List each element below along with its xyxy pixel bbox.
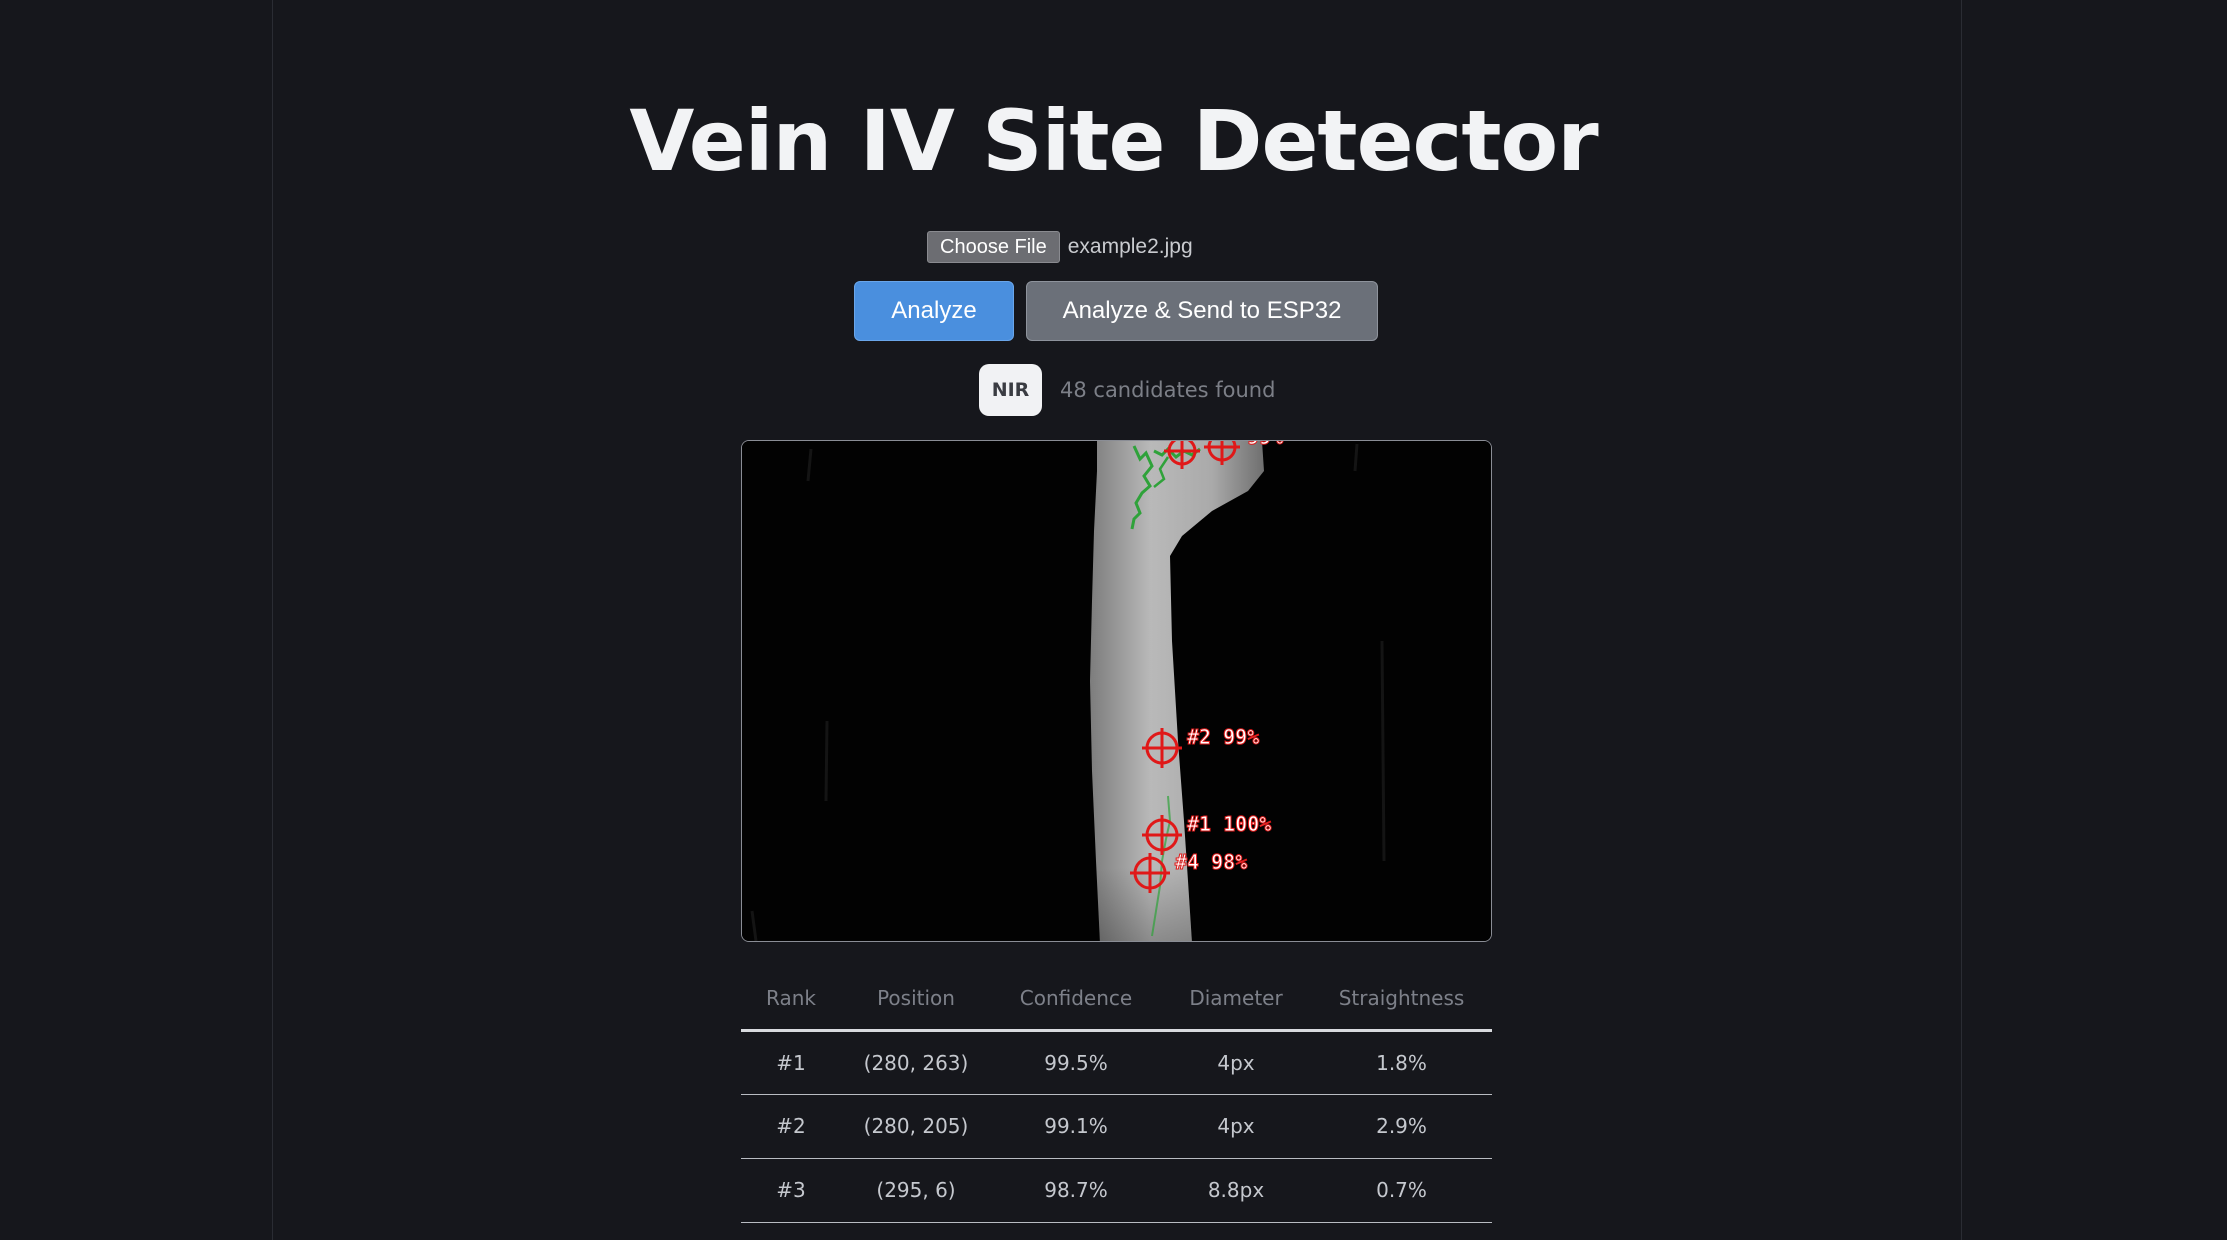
table-row: #2 (280, 205) 99.1% 4px 2.9% bbox=[741, 1094, 1492, 1159]
result-image: 99% #2 99% #1 100% #4 98% bbox=[741, 440, 1492, 942]
cell-diameter: 4px bbox=[1161, 1030, 1311, 1095]
column-header-rank: Rank bbox=[741, 967, 841, 1032]
cell-rank: #1 bbox=[741, 1030, 841, 1095]
cell-straightness: 0.7% bbox=[1311, 1158, 1492, 1223]
column-header-diameter: Diameter bbox=[1161, 967, 1311, 1032]
candidates-table: Rank Position Confidence Diameter Straig… bbox=[741, 967, 1492, 1223]
file-input: Choose File example2.jpg bbox=[927, 231, 1193, 263]
choose-file-button[interactable]: Choose File bbox=[927, 231, 1060, 263]
column-header-confidence: Confidence bbox=[991, 967, 1161, 1032]
page-title: Vein IV Site Detector bbox=[629, 92, 1598, 190]
table-header-row: Rank Position Confidence Diameter Straig… bbox=[741, 967, 1492, 1032]
cell-rank: #3 bbox=[741, 1158, 841, 1223]
table-row: #1 (280, 263) 99.5% 4px 1.8% bbox=[741, 1030, 1492, 1095]
cell-diameter: 4px bbox=[1161, 1094, 1311, 1159]
marker-label-top: 99% bbox=[1247, 441, 1283, 449]
cell-confidence: 99.5% bbox=[991, 1030, 1161, 1095]
cell-rank: #2 bbox=[741, 1094, 841, 1159]
analyze-send-esp32-button[interactable]: Analyze & Send to ESP32 bbox=[1026, 281, 1378, 341]
selected-file-name: example2.jpg bbox=[1067, 235, 1193, 258]
cell-straightness: 2.9% bbox=[1311, 1094, 1492, 1159]
marker-label-4: #4 98% bbox=[1175, 850, 1247, 874]
status-row: NIR 48 candidates found bbox=[979, 364, 1275, 416]
column-header-straightness: Straightness bbox=[1311, 967, 1492, 1032]
cell-confidence: 99.1% bbox=[991, 1094, 1161, 1159]
table-row: #3 (295, 6) 98.7% 8.8px 0.7% bbox=[741, 1158, 1492, 1223]
analyze-button[interactable]: Analyze bbox=[854, 281, 1014, 341]
cell-position: (280, 263) bbox=[841, 1030, 991, 1095]
marker-label-1: #1 100% bbox=[1187, 812, 1271, 836]
cell-straightness: 1.8% bbox=[1311, 1030, 1492, 1095]
cell-position: (295, 6) bbox=[841, 1158, 991, 1223]
mode-badge: NIR bbox=[979, 364, 1042, 416]
marker-label-2: #2 99% bbox=[1187, 725, 1259, 749]
action-buttons: Analyze Analyze & Send to ESP32 bbox=[854, 281, 1378, 341]
nir-arm-image: 99% #2 99% #1 100% #4 98% bbox=[742, 441, 1491, 941]
candidates-count: 48 candidates found bbox=[1060, 378, 1276, 402]
cell-confidence: 98.7% bbox=[991, 1158, 1161, 1223]
cell-position: (280, 205) bbox=[841, 1094, 991, 1159]
column-header-position: Position bbox=[841, 967, 991, 1032]
cell-diameter: 8.8px bbox=[1161, 1158, 1311, 1223]
